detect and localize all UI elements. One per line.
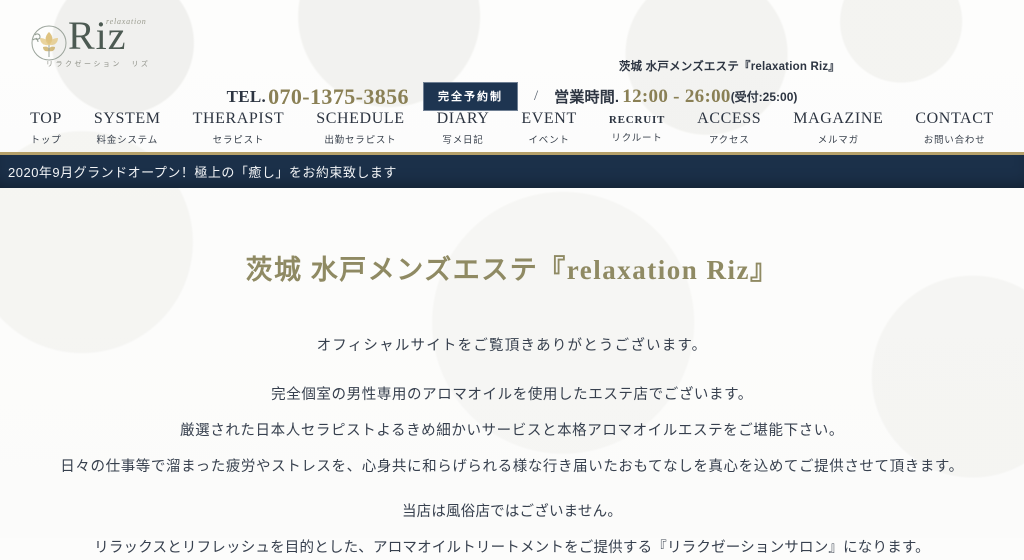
announcement-bar: 2020年9月グランドオープン！極上の「癒し」をお約束致します bbox=[0, 152, 1024, 188]
header-shop-name: 茨城 水戸メンズエステ『relaxation Riz』 bbox=[618, 61, 840, 73]
site-header: relaxation Riz リラクゼーション リズ 茨城 水戸メンズエステ『r… bbox=[0, 0, 1024, 152]
nav-item-label-en: SYSTEM bbox=[93, 110, 161, 127]
nav-item-magazine[interactable]: MAGAZINE メルマガ bbox=[777, 110, 899, 146]
nav-item-label-ja: イベント bbox=[528, 134, 570, 146]
header-info: 茨城 水戸メンズエステ『relaxation Riz』 TEL. 070-137… bbox=[0, 58, 1024, 111]
body-line: 完全個室の男性専用のアロマオイルを使用したエステ店でございます。 bbox=[271, 387, 753, 403]
nav-item-label-ja: 出勤セラピスト bbox=[324, 134, 397, 146]
nav-item-label-en: DIARY bbox=[436, 110, 490, 127]
page-root: relaxation Riz リラクゼーション リズ 茨城 水戸メンズエステ『r… bbox=[0, 0, 1024, 560]
nav-item-label-ja: お問い合わせ bbox=[923, 134, 986, 146]
nav-item-therapist[interactable]: THERAPIST セラピスト bbox=[177, 110, 301, 146]
body-line: リラックスとリフレッシュを目的とした、アロマオイルトリートメントをご提供する『リ… bbox=[94, 540, 930, 556]
intro-paragraph-2: 当店は風俗店ではございません。リラックスとリフレッシュを目的とした、アロマオイル… bbox=[0, 502, 1024, 560]
nav-item-label-ja: トップ bbox=[30, 134, 62, 146]
nav-item-label-en: TOP bbox=[30, 110, 62, 127]
nav-item-label-en: ACCESS bbox=[697, 110, 762, 127]
nav-item-label-ja: リクルート bbox=[611, 133, 663, 145]
page-title: 茨城 水戸メンズエステ『relaxation Riz』 bbox=[245, 255, 779, 285]
nav-item-label-ja: アクセス bbox=[708, 134, 750, 146]
tel-label: TEL. bbox=[226, 86, 267, 106]
body-line: 厳選された日本人セラピストよるきめ細かいサービスと本格アロマオイルエステをご堪能… bbox=[180, 422, 844, 439]
nav-item-label-en: SCHEDULE bbox=[316, 110, 405, 127]
nav-item-label-ja: メルマガ bbox=[817, 134, 859, 146]
nav-item-label-en: RECRUIT bbox=[608, 114, 666, 126]
nav-item-top[interactable]: TOP トップ bbox=[14, 110, 78, 146]
nav-item-label-en: THERAPIST bbox=[192, 110, 285, 127]
nav-item-diary[interactable]: DIARY 写メ日記 bbox=[421, 110, 506, 146]
body-line: 日々の仕事等で溜まった疲労やストレスを、心身共に和らげられる様な行き届いたおもて… bbox=[60, 458, 964, 475]
header-separator: / bbox=[533, 88, 539, 104]
reservation-badge: 完全予約制 bbox=[422, 82, 518, 111]
intro-paragraph-1: 完全個室の男性専用のアロマオイルを使用したエステ店でございます。厳選された日本人… bbox=[0, 385, 1024, 478]
nav-item-contact[interactable]: CONTACT お問い合わせ bbox=[899, 110, 1009, 146]
logo-brand-text: Riz bbox=[68, 13, 127, 58]
main-navigation[interactable]: TOP トップ SYSTEM 料金システム THERAPIST セラピスト SCHEDULE… bbox=[0, 110, 1024, 146]
nav-item-access[interactable]: ACCESS アクセス bbox=[681, 110, 777, 146]
business-hours-range: 12:00 - 26:00 bbox=[622, 85, 731, 107]
nav-item-label-en: MAGAZINE bbox=[793, 110, 884, 127]
nav-item-label-ja: セラピスト bbox=[212, 134, 265, 146]
nav-item-label-en: CONTACT bbox=[915, 110, 994, 127]
announcement-text: 2020年9月グランドオープン！極上の「癒し」をお約束致します bbox=[8, 165, 397, 180]
nav-item-label-en: EVENT bbox=[521, 110, 577, 127]
business-hours-label: 営業時間. bbox=[554, 89, 620, 106]
body-line: 当店は風俗店ではございません。 bbox=[401, 504, 623, 521]
main-content: 茨城 水戸メンズエステ『relaxation Riz』 オフィシャルサイトをご覧… bbox=[0, 248, 1024, 560]
header-contact-row: TEL. 070-1375-3856 完全予約制 / 営業時間. 12:00 -… bbox=[0, 82, 1024, 111]
lead-text: オフィシャルサイトをご覧頂きありがとうございます。 bbox=[316, 338, 708, 354]
nav-item-label-ja: 料金システム bbox=[96, 134, 158, 146]
nav-item-event[interactable]: EVENT イベント bbox=[505, 110, 592, 146]
nav-item-label-ja: 写メ日記 bbox=[442, 134, 484, 146]
business-hours-note: (受付:25:00) bbox=[730, 90, 798, 104]
tel-number[interactable]: 070-1375-3856 bbox=[268, 84, 409, 110]
nav-item-recruit[interactable]: RECRUIT リクルート bbox=[593, 110, 681, 144]
nav-item-system[interactable]: SYSTEM 料金システム bbox=[78, 110, 177, 146]
nav-item-schedule[interactable]: SCHEDULE 出勤セラピスト bbox=[300, 110, 420, 146]
